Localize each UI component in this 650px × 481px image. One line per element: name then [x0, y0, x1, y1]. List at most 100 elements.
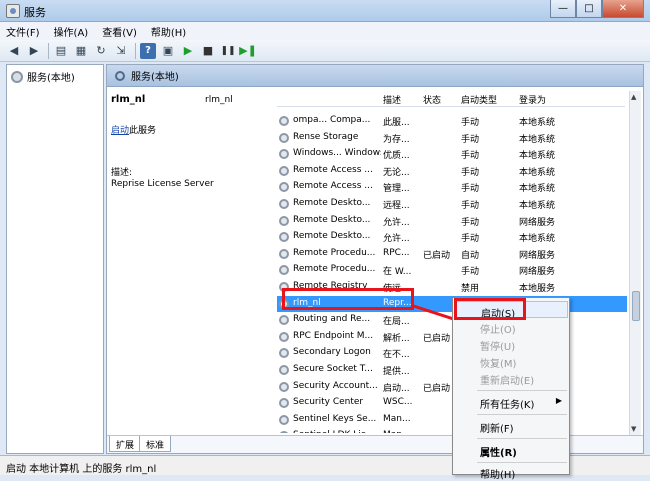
service-name: Routing and Re...: [293, 314, 371, 325]
menu-help[interactable]: 帮助(H): [151, 24, 186, 39]
service-row[interactable]: Remote Deskto... 允许... 手动 网络服务: [277, 213, 627, 229]
scroll-up-icon[interactable]: ▲: [631, 93, 636, 101]
menu-item-pause[interactable]: 暂停(U): [454, 335, 568, 353]
minimize-button[interactable]: —: [550, 0, 576, 18]
menu-view[interactable]: 查看(V): [102, 24, 137, 39]
export-list-icon[interactable]: ⇲: [113, 43, 129, 59]
toolbar: ◀ ▶ ▤ ▦ ↻ ⇲ ? ▣ ▶ ■ ❚❚ ▶❚: [0, 40, 650, 62]
menu-item-resume[interactable]: 恢复(M): [454, 352, 568, 370]
column-startup-type[interactable]: 启动类型: [461, 93, 497, 106]
show-hide-icon[interactable]: ▦: [73, 43, 89, 59]
menu-item-properties[interactable]: 属性(R): [454, 441, 568, 459]
service-description-cell: RPC...: [383, 247, 410, 258]
console-tree: 服务(本地): [6, 64, 104, 454]
service-row[interactable]: Remote Access ... 无论... 手动 本地系统: [277, 163, 627, 179]
service-description-cell: 允许...: [383, 234, 410, 245]
restart-service-icon[interactable]: ▶❚: [239, 43, 257, 59]
service-gear-icon: [279, 414, 289, 425]
tab-extended[interactable]: 扩展: [109, 436, 142, 452]
window-title: 服务: [24, 6, 46, 19]
vertical-scrollbar[interactable]: ▲ ▼: [629, 91, 641, 435]
service-startup-type: 手动: [461, 134, 480, 145]
service-description-cell: WSC...: [383, 397, 413, 408]
service-row[interactable]: Remote Procedu... 在 W... 手动 网络服务: [277, 262, 627, 278]
service-description-cell: 优质...: [383, 151, 410, 162]
service-row[interactable]: Remote Access ... 管理... 手动 本地系统: [277, 179, 627, 195]
menu-file[interactable]: 文件(F): [6, 24, 40, 39]
service-description: Reprise License Server: [111, 179, 214, 189]
scroll-thumb[interactable]: [632, 291, 640, 321]
service-startup-type: 手动: [461, 201, 480, 211]
column-description[interactable]: 描述: [383, 93, 401, 106]
service-name: Remote Deskto...: [293, 231, 371, 242]
service-startup-type: 手动: [461, 267, 480, 278]
help-icon[interactable]: ?: [140, 42, 156, 59]
service-name: Security Account...: [293, 380, 378, 391]
column-headers: 描述 状态 启动类型 登录为: [277, 91, 625, 107]
service-description-cell: Man...: [383, 430, 421, 433]
tree-item-label: 服务(本地): [27, 73, 75, 84]
service-startup-type: 自动: [461, 250, 480, 261]
selected-service-name: rlm_nl: [111, 94, 146, 105]
service-description-cell: 允许...: [383, 217, 410, 228]
scroll-down-icon[interactable]: ▼: [631, 425, 636, 433]
service-description-cell: 为存...: [383, 134, 410, 145]
service-description-cell: 解析...: [383, 333, 410, 344]
service-name: Secondary Logon: [293, 347, 371, 358]
menu-bar: 文件(F) 操作(A) 查看(V) 帮助(H): [0, 22, 650, 40]
service-description-cell: 在 W...: [383, 267, 412, 278]
column-logon-as[interactable]: 登录为: [519, 93, 546, 106]
service-gear-icon: [279, 149, 289, 160]
console-tree-icon[interactable]: ▤: [53, 43, 69, 59]
menu-divider: [477, 438, 567, 439]
properties-icon[interactable]: ▣: [160, 43, 176, 59]
tab-standard[interactable]: 标准: [139, 436, 172, 452]
service-status: 已启动: [423, 250, 451, 261]
menu-item-stop[interactable]: 停止(O): [454, 318, 568, 336]
service-row[interactable]: Remote Deskto... 允许... 手动 本地系统: [277, 229, 627, 245]
back-arrow-icon[interactable]: ◀: [6, 43, 22, 59]
service-startup-type: 手动: [461, 167, 480, 178]
forward-arrow-icon[interactable]: ▶: [26, 43, 42, 59]
window-controls: — □ ✕: [550, 0, 644, 18]
gear-icon: [11, 70, 23, 83]
service-row[interactable]: Remote Procedu... RPC... 已启动 自动 网络服务: [277, 246, 627, 262]
service-logon: 本地系统: [519, 167, 556, 178]
service-name: Rense Storage: [293, 131, 359, 142]
service-description-cell: 在局...: [383, 317, 410, 328]
service-gear-icon: [279, 165, 289, 176]
service-startup-type: 手动: [461, 184, 480, 195]
menu-item-all-tasks[interactable]: 所有任务(K) ▶: [454, 393, 568, 411]
service-description-cell: Man...: [383, 413, 411, 424]
service-row[interactable]: Rense Storage 为存... 手动 本地系统: [277, 130, 627, 146]
service-row[interactable]: Windows... Windows...优质... 手动 本地系统: [277, 146, 627, 162]
tree-item-services-local[interactable]: 服务(本地): [11, 69, 75, 84]
toolbar-divider: [48, 42, 49, 59]
service-gear-icon: [279, 132, 289, 143]
start-service-link[interactable]: 启动: [111, 126, 129, 136]
service-logon: 本地系统: [519, 201, 556, 211]
close-button[interactable]: ✕: [602, 0, 644, 18]
stop-service-icon[interactable]: ■: [200, 43, 216, 59]
column-status[interactable]: 状态: [423, 93, 441, 106]
menu-action[interactable]: 操作(A): [54, 24, 89, 39]
service-row[interactable]: Remote Deskto... 远程... 手动 本地系统: [277, 196, 627, 212]
service-startup-type: 手动: [461, 234, 480, 245]
maximize-button[interactable]: □: [576, 0, 602, 18]
start-service-icon[interactable]: ▶: [180, 43, 196, 59]
overlapping-service-name: rlm_nl: [205, 95, 233, 105]
service-gear-icon: [279, 315, 289, 326]
service-startup-type: 禁用: [461, 284, 480, 294]
service-description-cell: 启动...: [383, 383, 410, 394]
pane-header-title: 服务(本地): [131, 72, 179, 83]
service-gear-icon: [279, 215, 289, 226]
service-row[interactable]: ompa... Compa... 此服... 手动 本地系统: [277, 113, 627, 129]
service-name: ompa... Compa...: [293, 115, 371, 125]
pause-service-icon[interactable]: ❚❚: [220, 43, 236, 59]
refresh-icon[interactable]: ↻: [93, 43, 109, 59]
menu-item-restart[interactable]: 重新启动(E): [454, 369, 568, 387]
service-name: Remote Deskto...: [293, 214, 371, 225]
service-gear-icon: [279, 331, 289, 342]
menu-item-help[interactable]: 帮助(H): [454, 463, 568, 481]
menu-item-refresh[interactable]: 刷新(F): [454, 417, 568, 435]
